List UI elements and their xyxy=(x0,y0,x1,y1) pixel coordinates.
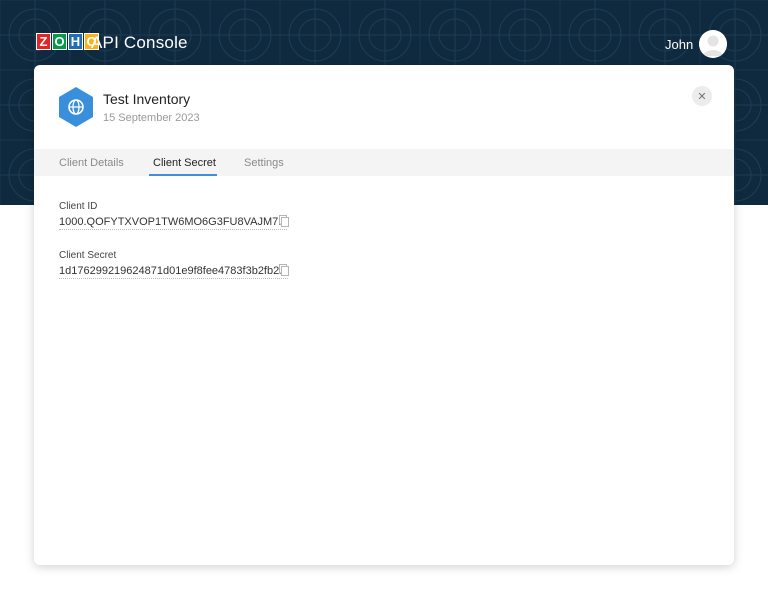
globe-icon xyxy=(59,87,93,127)
client-secret-label: Client Secret xyxy=(59,250,117,261)
client-app-icon xyxy=(56,85,96,129)
client-id-label: Client ID xyxy=(59,201,98,212)
tab-settings[interactable]: Settings xyxy=(244,157,284,169)
active-tab-indicator xyxy=(149,174,217,176)
tab-client-secret[interactable]: Client Secret xyxy=(153,157,216,169)
app-title: API Console xyxy=(91,33,188,52)
client-card: Test Inventory 15 September 2023 ✕ Clien… xyxy=(34,65,734,565)
client-secret-value[interactable]: 1d176299219624871d01e9f8fee4783f3b2fb2..… xyxy=(59,265,289,279)
close-icon: ✕ xyxy=(697,90,707,103)
user-avatar-icon xyxy=(699,30,727,58)
close-button[interactable]: ✕ xyxy=(692,86,712,106)
copy-client-secret-icon[interactable] xyxy=(279,264,289,276)
tab-bar: Client Details Client Secret Settings xyxy=(34,149,734,176)
copy-client-id-icon[interactable] xyxy=(279,215,289,227)
tab-client-details[interactable]: Client Details xyxy=(59,157,124,169)
client-date: 15 September 2023 xyxy=(103,112,200,124)
avatar[interactable] xyxy=(699,30,727,58)
client-name: Test Inventory xyxy=(103,91,191,107)
zoho-logo[interactable]: Z O H O xyxy=(36,33,99,51)
client-id-value[interactable]: 1000.QOFYTXVOP1TW6MO6G3FU8VAJM7... xyxy=(59,216,288,230)
user-name[interactable]: John xyxy=(665,37,693,52)
logo-letter-z: Z xyxy=(36,33,51,50)
logo-letter-o1: O xyxy=(52,33,67,50)
logo-letter-h: H xyxy=(68,33,83,50)
